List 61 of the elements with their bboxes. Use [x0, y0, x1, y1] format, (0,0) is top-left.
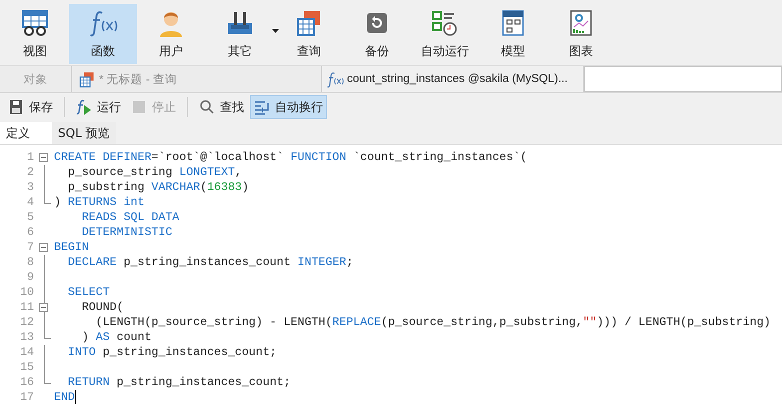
code-line: DETERMINISTIC: [80, 225, 172, 240]
line-number: 7: [26, 240, 34, 255]
code-line: CREATE DEFINER=`root`@`localhost` FUNCTION `count_string_instances`(: [54, 150, 528, 165]
code-line: INTO p_string_instances_count;: [66, 345, 277, 360]
code-line: ) RETURNS int: [54, 195, 144, 210]
function-icon: [326, 70, 344, 88]
line-number: 13: [19, 330, 34, 345]
code-line: RETURN p_string_instances_count;: [66, 375, 291, 390]
toolbar-button[interactable]: 查找: [195, 95, 248, 119]
function-icon: [88, 9, 118, 37]
line-number: 9: [26, 270, 34, 285]
table-glasses-icon: [20, 9, 50, 37]
toolbar-button[interactable]: 用户: [137, 4, 205, 64]
toolbar-button[interactable]: 查询: [275, 4, 343, 64]
tab[interactable]: 定义: [0, 122, 52, 144]
line-number: 5: [26, 210, 34, 225]
toolbox-icon: [225, 9, 255, 37]
line-number: 14: [19, 345, 34, 360]
caret-icon[interactable]: [272, 29, 279, 33]
function-play-icon: [76, 99, 92, 115]
toolbar-button[interactable]: 函数: [69, 4, 137, 64]
line-number: 16: [19, 375, 34, 390]
toolbar-button[interactable]: 保存: [4, 95, 57, 119]
line-number: 11: [19, 300, 34, 315]
toolbar-button[interactable]: 自动运行: [411, 4, 479, 64]
code-line: p_substring VARCHAR(16383): [66, 180, 249, 195]
line-number: 8: [26, 255, 34, 270]
toolbar-button[interactable]: 视图: [1, 4, 69, 64]
line-number: 4: [26, 195, 34, 210]
line-number: 12: [19, 315, 34, 330]
code-line: p_source_string LONGTEXT,: [66, 165, 242, 180]
toolbar-button[interactable]: 图表: [547, 4, 615, 64]
calendar-table-icon: [78, 70, 96, 88]
collapse-icon[interactable]: [39, 303, 48, 312]
line-number: 17: [19, 390, 34, 405]
code-line: ) AS count: [80, 330, 152, 345]
toolbar-button[interactable]: 其它: [205, 4, 275, 64]
line-number: 10: [19, 285, 34, 300]
code-line: END: [54, 390, 76, 405]
code-line: (LENGTH(p_source_string) - LENGTH(REPLACE(p_source_string,p_substring,""))) / LENGTH(p_substring): [94, 315, 771, 330]
line-number: 6: [26, 225, 34, 240]
toolbar-button[interactable]: 运行: [72, 95, 125, 119]
code-line: ROUND(: [80, 300, 124, 315]
code-line: DECLARE p_string_instances_count INTEGER;: [66, 255, 354, 270]
toolbar-button[interactable]: 自动换行: [250, 95, 327, 119]
code-line: BEGIN: [54, 240, 89, 255]
square-icon: [131, 99, 147, 115]
word-wrap-icon: [254, 99, 270, 115]
toolbar-button[interactable]: 备份: [343, 4, 411, 64]
collapse-icon[interactable]: [39, 153, 48, 162]
collapse-icon[interactable]: [39, 243, 48, 252]
code-line: READS SQL DATA: [80, 210, 180, 225]
tab[interactable]: SQL 预览: [52, 122, 116, 144]
line-number: 3: [26, 180, 34, 195]
line-number: 1: [26, 150, 34, 165]
code-editor[interactable]: [0, 145, 782, 410]
toolbar-button[interactable]: 模型: [479, 4, 547, 64]
line-number: 2: [26, 165, 34, 180]
code-line: SELECT: [66, 285, 110, 300]
line-number: 15: [19, 360, 34, 375]
search-icon: [199, 99, 215, 115]
